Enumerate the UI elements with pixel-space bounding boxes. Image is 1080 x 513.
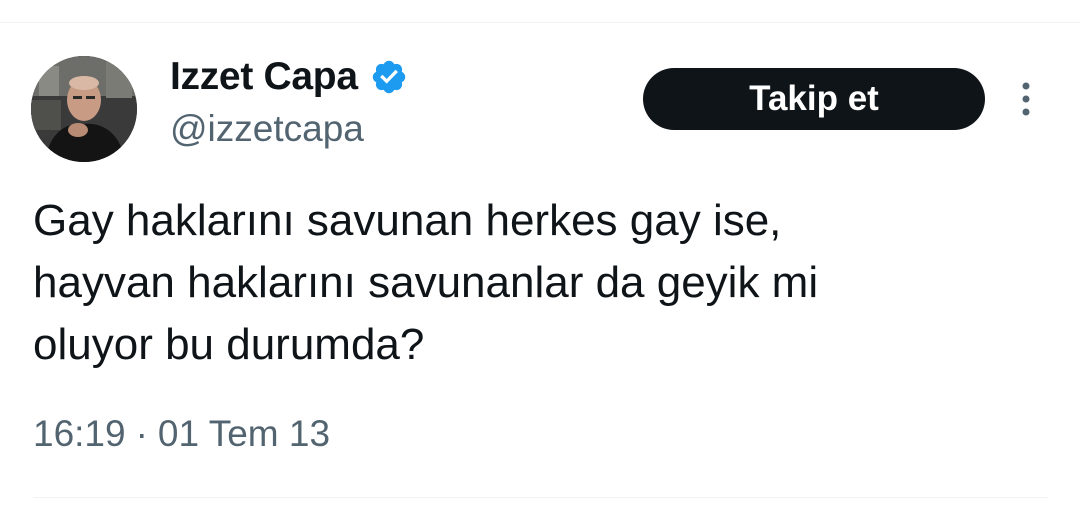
meta-separator: · (135, 413, 148, 454)
author-name-row: Izzet Capa (170, 52, 408, 102)
follow-button[interactable]: Takip et (643, 68, 985, 130)
avatar[interactable] (31, 56, 137, 162)
top-divider (0, 22, 1080, 23)
bottom-divider (33, 497, 1048, 498)
tweet-text-line: Gay haklarını savunan herkes gay ise, (33, 196, 782, 245)
tweet-text: Gay haklarını savunan herkes gay ise, ha… (33, 190, 1053, 376)
tweet-time[interactable]: 16:19 (33, 413, 126, 455)
tweet-text-line: oluyor bu durumda? (33, 320, 425, 369)
verified-badge-icon (370, 58, 408, 96)
author-handle[interactable]: @izzetcapa (170, 108, 364, 150)
tweet-date[interactable]: 01 Tem 13 (158, 413, 330, 455)
author-display-name[interactable]: Izzet Capa (170, 55, 358, 99)
more-vertical-icon[interactable] (1012, 78, 1040, 120)
tweet-text-line: hayvan haklarını savunanlar da geyik mi (33, 258, 819, 307)
profile-photo-icon (31, 56, 137, 162)
tweet-timestamp[interactable]: 16:19 · 01 Tem 13 (33, 413, 330, 455)
